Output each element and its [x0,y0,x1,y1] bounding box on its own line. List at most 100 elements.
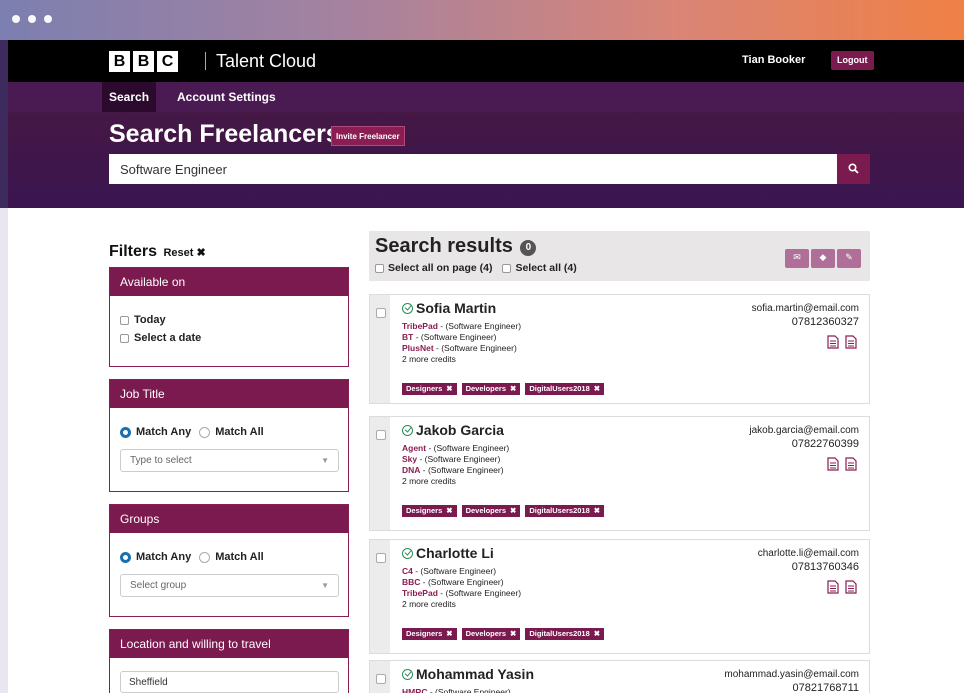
search-input[interactable] [109,154,837,184]
group-tag[interactable]: DigitalUsers2018 ✖ [525,505,605,517]
close-icon[interactable]: ✖ [446,384,452,393]
credit-item: TribePad - (Software Engineer) [402,321,521,332]
more-credits[interactable]: 2 more credits [402,354,521,365]
verified-icon [402,424,413,436]
document-icon[interactable] [827,457,839,476]
window-dot-icon[interactable] [28,15,36,23]
bbc-logo-letter: B [133,51,154,72]
freelancer-name[interactable]: Jakob Garcia [402,422,504,438]
credit-item: TribePad - (Software Engineer) [402,588,521,599]
result-card[interactable]: Charlotte Li C4 - (Software Engineer) BBC … [369,539,870,654]
group-tag[interactable]: DigitalUsers2018 ✖ [525,628,605,640]
group-tag[interactable]: Designers ✖ [402,383,457,395]
credit-company[interactable]: TribePad [402,321,438,331]
match-any-radio[interactable]: Match Any [120,426,191,438]
credit-company[interactable]: C4 [402,566,413,576]
credit-item: C4 - (Software Engineer) [402,566,521,577]
close-icon[interactable]: ✖ [510,384,516,393]
credit-company[interactable]: PlusNet [402,343,434,353]
radio-icon[interactable] [199,551,211,563]
freelancer-email[interactable]: sofia.martin@email.com [752,303,859,314]
result-card[interactable]: Jakob Garcia Agent - (Software Engineer) S… [369,416,870,531]
group-tag[interactable]: Developers ✖ [461,505,521,517]
invite-freelancer-button[interactable]: Invite Freelancer [331,126,405,146]
bbc-logo-letter: C [157,51,178,72]
chevron-down-icon: ▼ [321,456,329,465]
credit-company[interactable]: TribePad [402,588,438,598]
tag-button[interactable]: ◆ [811,249,835,268]
credit-company[interactable]: HMRC [402,687,428,693]
freelancer-name[interactable]: Charlotte Li [402,545,494,561]
window-dot-icon[interactable] [12,15,20,23]
select-result-checkbox[interactable] [376,308,386,318]
close-icon[interactable]: ✖ [446,629,452,638]
result-card[interactable]: Sofia Martin TribePad - (Software Enginee… [369,294,870,404]
close-icon[interactable]: ✖ [446,506,452,515]
more-credits[interactable]: 2 more credits [402,476,509,487]
select-page-checkbox[interactable] [375,263,384,273]
document-icon[interactable] [845,457,857,476]
filter-today-checkbox[interactable]: Today [120,314,166,326]
freelancer-email[interactable]: mohammad.yasin@email.com [724,669,859,680]
result-card[interactable]: Mohammad Yasin HMRC - (Software Engineer)… [369,660,870,693]
credit-company[interactable]: BBC [402,577,420,587]
group-tag[interactable]: Designers ✖ [402,628,457,640]
close-icon[interactable]: ✖ [510,506,516,515]
freelancer-email[interactable]: charlotte.li@email.com [758,548,859,559]
document-icon[interactable] [827,335,839,354]
checkbox-icon[interactable] [120,333,129,343]
freelancer-name[interactable]: Mohammad Yasin [402,666,534,682]
credit-item: BT - (Software Engineer) [402,332,521,343]
verified-icon [402,302,413,314]
logout-button[interactable]: Logout [831,51,874,70]
credit-role: - (Software Engineer) [426,443,510,453]
filters-reset-button[interactable]: Reset ✖ [163,247,205,259]
credits-list: C4 - (Software Engineer) BBC - (Software … [402,566,521,610]
credit-company[interactable]: Sky [402,454,417,464]
location-input[interactable] [120,671,339,693]
select-result-checkbox[interactable] [376,674,386,684]
freelancer-email[interactable]: jakob.garcia@email.com [749,425,859,436]
credit-role: - (Software Engineer) [417,454,501,464]
group-tag[interactable]: Developers ✖ [461,628,521,640]
group-tag[interactable]: DigitalUsers2018 ✖ [525,383,605,395]
select-all-checkbox[interactable] [502,263,512,273]
match-all-radio[interactable]: Match All [199,426,264,438]
close-icon[interactable]: ✖ [510,629,516,638]
freelancer-phone: 07822760399 [791,438,859,450]
verified-icon [402,668,413,680]
job-title-select[interactable]: Type to select ▼ [120,449,339,472]
window-dot-icon[interactable] [44,15,52,23]
radio-icon[interactable] [199,426,211,438]
nav-account-settings[interactable]: Account Settings [177,82,276,112]
app-name[interactable]: Talent Cloud [216,51,316,72]
credit-company[interactable]: DNA [402,465,420,475]
group-tag[interactable]: Designers ✖ [402,505,457,517]
search-button[interactable] [837,154,870,184]
filter-available-panel: Available on Today Select a date [109,267,349,367]
radio-selected-icon[interactable] [120,551,131,563]
match-any-radio[interactable]: Match Any [120,551,191,563]
freelancer-name[interactable]: Sofia Martin [402,300,496,316]
close-icon[interactable]: ✖ [594,506,600,515]
more-credits[interactable]: 2 more credits [402,599,521,610]
select-result-checkbox[interactable] [376,430,386,440]
radio-selected-icon[interactable] [120,426,131,438]
checkbox-icon[interactable] [120,315,129,325]
nav-search[interactable]: Search [102,82,157,112]
document-icon[interactable] [845,580,857,599]
credit-company[interactable]: BT [402,332,413,342]
email-button[interactable]: ✉ [785,249,809,268]
select-result-checkbox[interactable] [376,553,386,563]
match-all-radio[interactable]: Match All [199,551,264,563]
close-icon[interactable]: ✖ [594,629,600,638]
groups-select[interactable]: Select group ▼ [120,574,339,597]
verified-icon [402,547,413,559]
credit-company[interactable]: Agent [402,443,426,453]
close-icon[interactable]: ✖ [594,384,600,393]
document-icon[interactable] [827,580,839,599]
document-icon[interactable] [845,335,857,354]
edit-button[interactable]: ✎ [837,249,861,268]
filter-select-date-checkbox[interactable]: Select a date [120,332,201,344]
group-tag[interactable]: Developers ✖ [461,383,521,395]
